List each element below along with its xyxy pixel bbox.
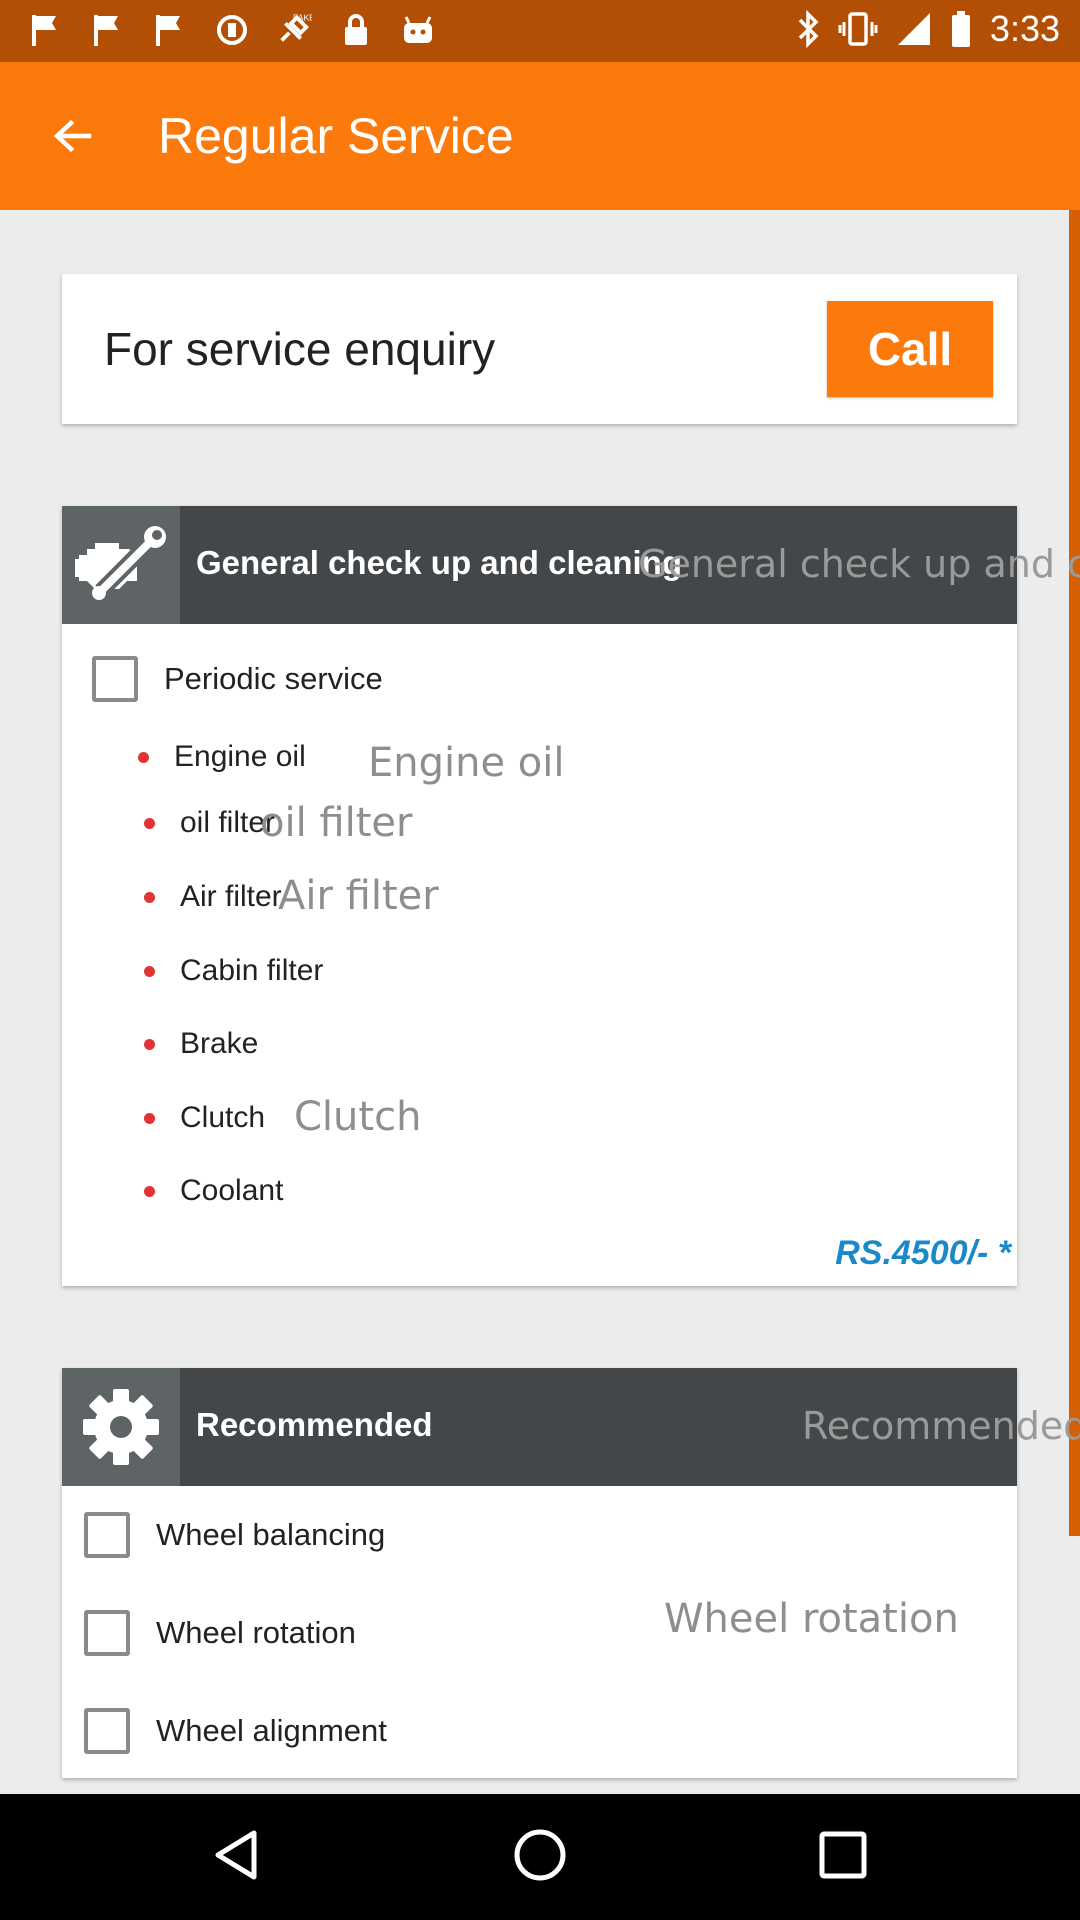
back-button[interactable] [40, 106, 104, 170]
service-enquiry-card: For service enquiry Call [62, 274, 1017, 424]
list-item-label: Engine oil [174, 740, 306, 773]
checkbox[interactable] [84, 1708, 130, 1754]
call-button[interactable]: Call [827, 301, 993, 397]
wheel-alignment-checkbox[interactable]: Wheel alignment [84, 1708, 387, 1754]
wheel-balancing-checkbox[interactable]: Wheel balancing [84, 1512, 385, 1558]
bullet-dot [144, 1112, 155, 1124]
recents-square-icon [818, 1830, 868, 1885]
price-label: RS.4500/- * [835, 1234, 1011, 1272]
list-item-label: Cabin filter [180, 954, 324, 987]
ghost-label: Wheel rotation [664, 1596, 959, 1642]
list-item: Air filter [144, 880, 282, 914]
checkbox-label: Periodic service [164, 661, 383, 696]
bullet-dot [144, 891, 155, 903]
status-right-icons: 3:33 [796, 8, 1060, 50]
ghost-section-title: Recommended [802, 1404, 1080, 1448]
ghost-section-title: General check up and c [638, 542, 1080, 586]
status-left-icons: FAKE [28, 12, 436, 48]
section-title: Recommended [196, 1406, 433, 1443]
gear-icon [62, 1368, 180, 1486]
checkbox[interactable] [92, 656, 138, 702]
checkbox[interactable] [84, 1610, 130, 1656]
checkbox-label: Wheel rotation [156, 1615, 356, 1650]
wheel-rotation-checkbox[interactable]: Wheel rotation [84, 1610, 356, 1656]
home-circle-icon [512, 1827, 568, 1888]
checkbox-label: Wheel alignment [156, 1713, 387, 1748]
list-item: oil filter [144, 806, 275, 840]
nav-home-button[interactable] [505, 1822, 575, 1892]
list-item: Engine oil [138, 740, 306, 774]
list-item: Cabin filter [144, 954, 323, 988]
scrollbar[interactable] [1069, 210, 1080, 1536]
section-header: General check up and cleaning General ch… [62, 506, 1080, 624]
fake-gps-icon: FAKE [276, 12, 312, 48]
page-title: Regular Service [158, 108, 514, 164]
android-icon [400, 12, 436, 48]
lock-icon [338, 12, 374, 48]
ghost-label: Air filter [278, 873, 439, 919]
svg-text:FAKE: FAKE [293, 13, 312, 23]
bullet-dot [138, 751, 149, 763]
list-item-label: Air filter [180, 880, 282, 913]
ghost-label: Clutch [294, 1094, 422, 1140]
periodic-service-checkbox[interactable]: Periodic service [92, 656, 383, 702]
flag-icon [90, 12, 126, 48]
nav-recents-button[interactable] [808, 1822, 878, 1892]
navigation-bar [0, 1794, 1080, 1920]
ghost-label: Engine oil [368, 740, 565, 786]
arrow-back-icon [51, 115, 93, 162]
vibrate-icon [838, 10, 878, 48]
enquiry-text: For service enquiry [104, 323, 496, 375]
battery-icon [950, 10, 972, 48]
bullet-dot [144, 1185, 155, 1197]
engine-wrench-icon [62, 506, 180, 624]
app-bar: Regular Service [0, 62, 1080, 210]
list-item-label: Clutch [180, 1101, 266, 1134]
list-item: Brake [144, 1027, 258, 1061]
ghost-label: oil filter [260, 800, 413, 846]
list-item: Clutch [144, 1101, 265, 1135]
flag-icon [28, 12, 64, 48]
status-bar: FAKE 3:33 [0, 0, 1080, 62]
flag-icon [152, 12, 188, 48]
section-header: Recommended Recommended [62, 1368, 1080, 1486]
checkbox[interactable] [84, 1512, 130, 1558]
checkbox-label: Wheel balancing [156, 1517, 386, 1552]
list-item-label: Coolant [180, 1174, 284, 1207]
status-time: 3:33 [989, 8, 1060, 49]
bullet-dot [144, 817, 155, 829]
general-checkup-card: General check up and cleaning General ch… [62, 506, 1080, 1286]
back-triangle-icon [208, 1827, 264, 1888]
section-title: General check up and cleaning [196, 544, 682, 581]
list-item-label: Brake [180, 1027, 259, 1060]
nav-back-button[interactable] [201, 1822, 271, 1892]
bluetooth-icon [796, 10, 820, 48]
list-item: Coolant [144, 1174, 283, 1208]
sync-icon [214, 12, 250, 48]
signal-icon [896, 11, 932, 47]
bullet-dot [144, 965, 155, 977]
bullet-dot [144, 1038, 155, 1050]
recommended-card: Recommended Recommended Wheel balancing … [62, 1368, 1080, 1778]
